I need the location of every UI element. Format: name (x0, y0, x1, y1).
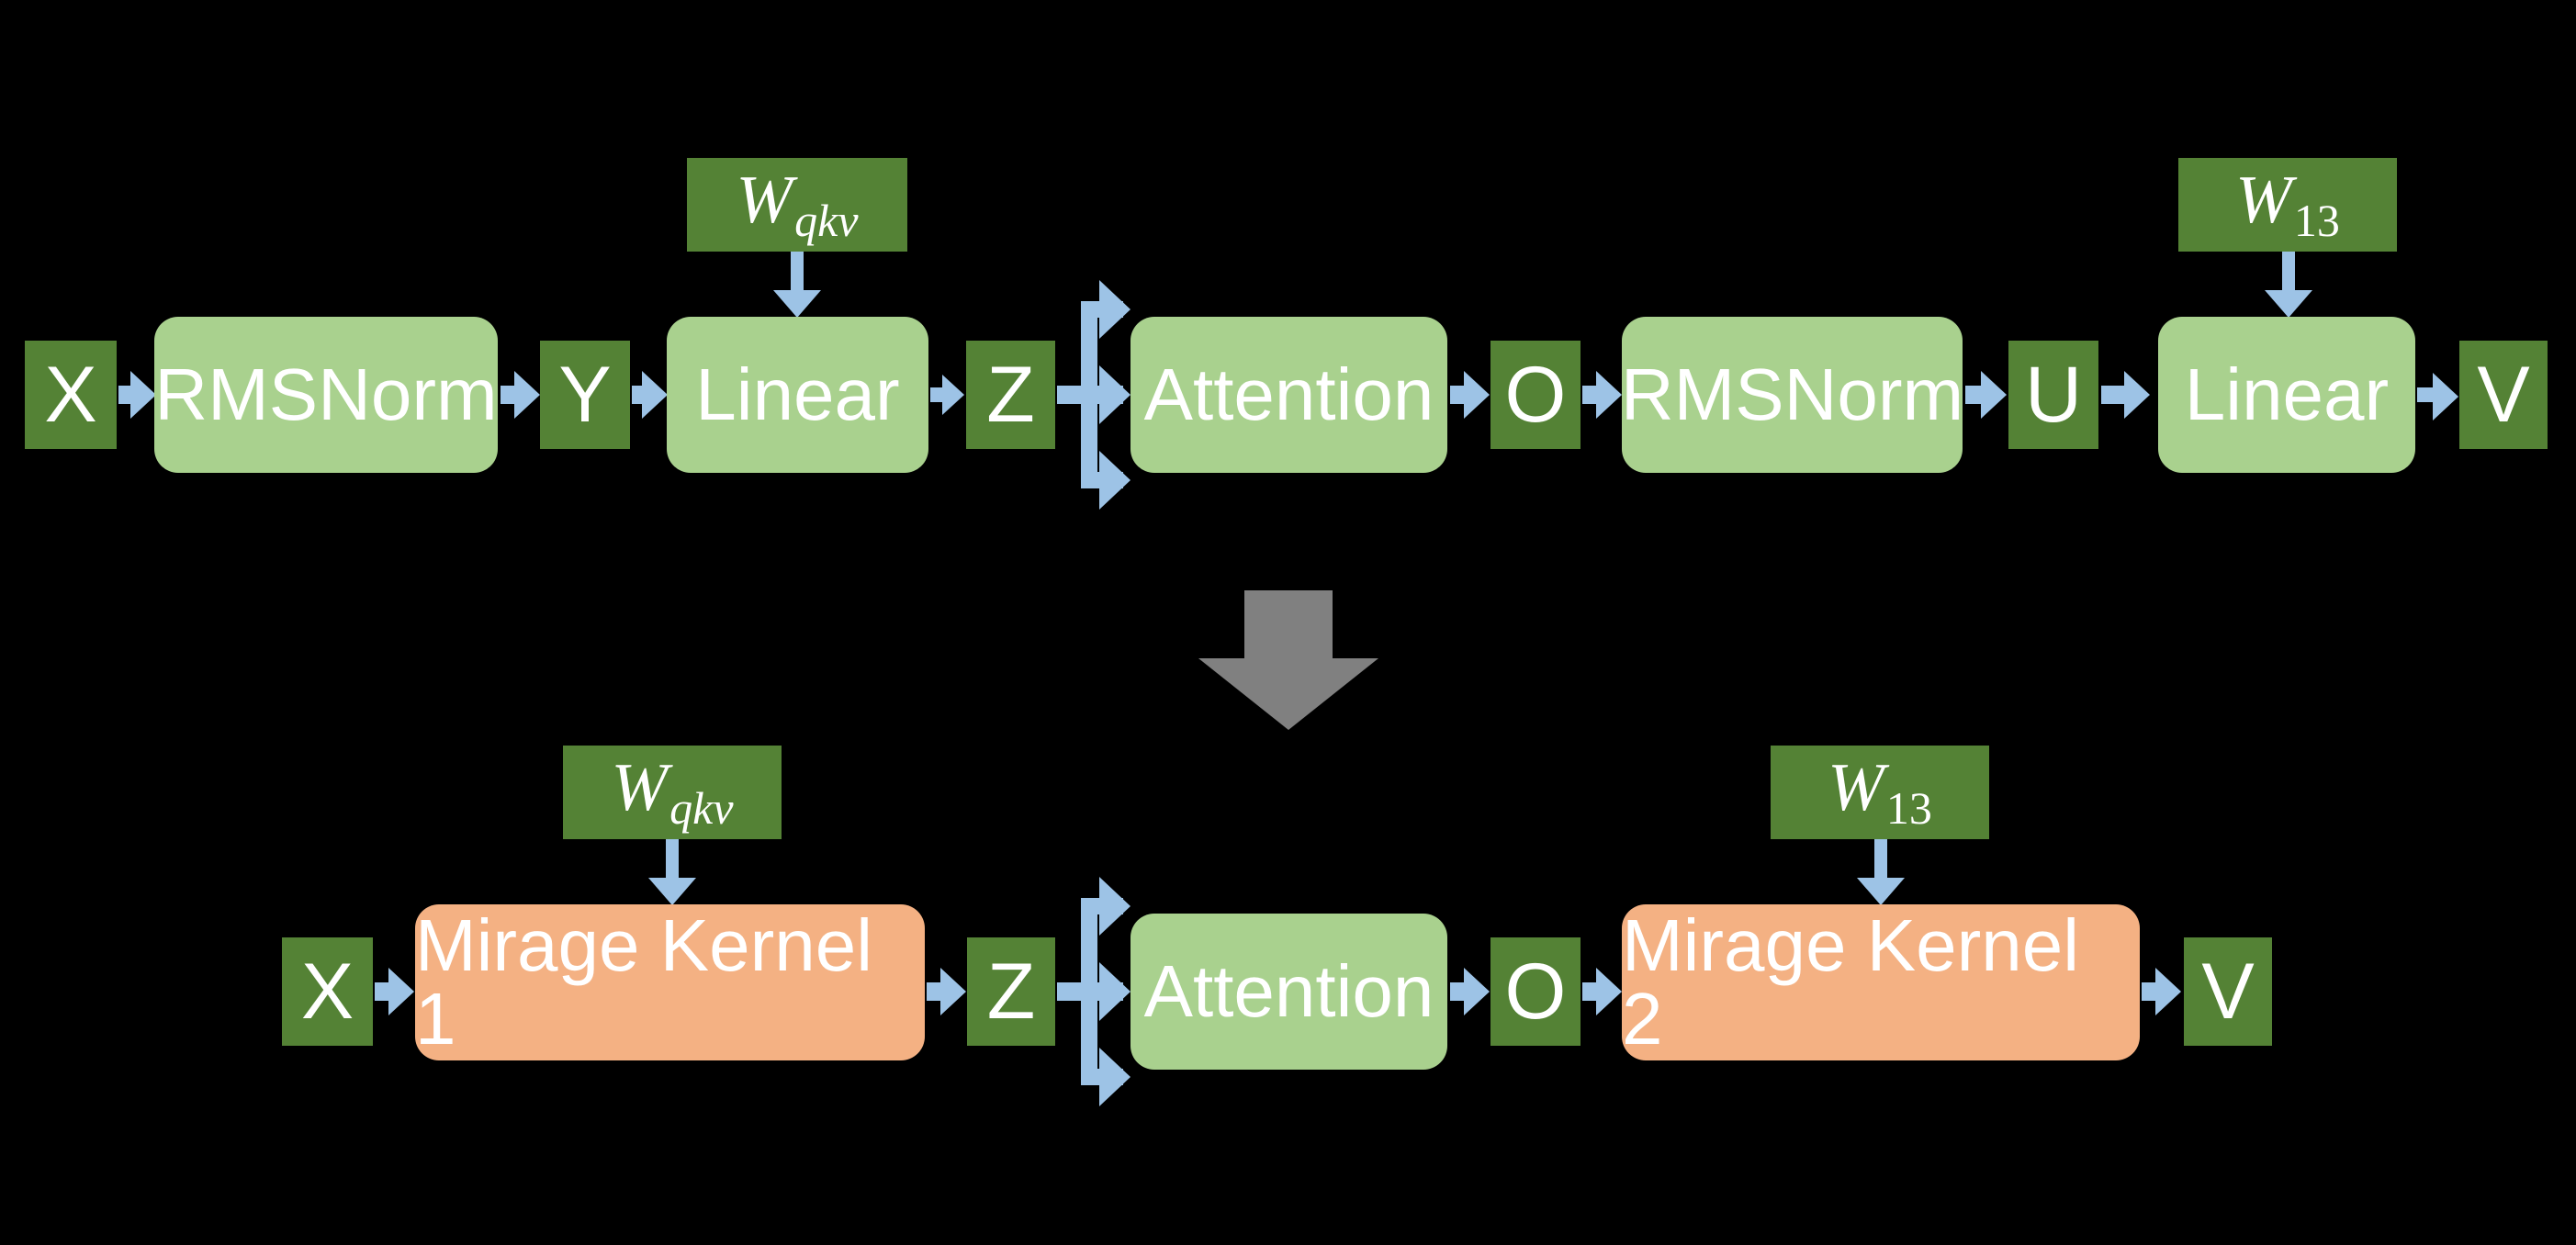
tensor-v-label: V (2477, 351, 2530, 439)
weight-w-qkv-bottom: Wqkv (563, 746, 782, 839)
tensor-y: Y (540, 341, 630, 449)
tensor-z-label: Z (986, 351, 1035, 439)
tensor-v: V (2459, 341, 2548, 449)
tensor-z-fused-label: Z (986, 948, 1036, 1036)
tensor-x-fused: X (282, 937, 373, 1046)
tensor-o-fused: O (1490, 937, 1580, 1046)
weight-w-qkv-bottom-label: Wqkv (611, 750, 734, 834)
weight-w-13-bottom: W13 (1771, 746, 1989, 839)
kernel-mirage-1: Mirage Kernel 1 (415, 904, 925, 1060)
weight-w-qkv-top: Wqkv (687, 158, 907, 252)
tensor-z: Z (966, 341, 1055, 449)
op-attention-2-label: Attention (1143, 950, 1434, 1032)
op-attention-2: Attention (1131, 914, 1447, 1070)
op-linear-2-label: Linear (2184, 353, 2390, 435)
tensor-z-fused: Z (967, 937, 1055, 1046)
op-attention-1: Attention (1131, 317, 1447, 473)
op-linear-1-label: Linear (695, 353, 900, 435)
tensor-y-label: Y (558, 351, 612, 439)
tensor-o: O (1490, 341, 1580, 449)
op-rmsnorm-2: RMSNorm (1620, 317, 1964, 473)
arrow-w-13-to-linear2 (2265, 252, 2312, 318)
op-rmsnorm-1: RMSNorm (154, 317, 498, 473)
arrow-w-13-to-kernel2 (1857, 839, 1905, 905)
tensor-o-fused-label: O (1504, 948, 1567, 1036)
tensor-x-fused-label: X (300, 948, 354, 1036)
weight-w-qkv-top-label: Wqkv (736, 163, 859, 246)
weight-w-13-top-label: W13 (2235, 163, 2340, 246)
diagram-canvas: X RMSNorm Y Wqkv Linear Z Attention O RM… (0, 0, 2576, 1245)
kernel-mirage-2-label: Mirage Kernel 2 (1622, 904, 2080, 1060)
op-linear-1: Linear (667, 317, 928, 473)
kernel-mirage-1-label: Mirage Kernel 1 (415, 904, 873, 1060)
kernel-mirage-2: Mirage Kernel 2 (1622, 904, 2140, 1060)
tensor-x: X (25, 341, 117, 449)
op-attention-1-label: Attention (1143, 353, 1434, 435)
tensor-x-label: X (44, 351, 97, 439)
tensor-u: U (2008, 341, 2098, 449)
op-rmsnorm-2-label: RMSNorm (1620, 353, 1964, 435)
arrow-w-qkv-to-linear1 (773, 252, 821, 318)
down-arrow-icon (1198, 590, 1378, 730)
op-linear-2: Linear (2158, 317, 2415, 473)
op-rmsnorm-1-label: RMSNorm (154, 353, 498, 435)
tensor-o-label: O (1504, 351, 1567, 439)
weight-w-13-top: W13 (2178, 158, 2397, 252)
tensor-u-label: U (2024, 351, 2083, 439)
tensor-v-fused-label: V (2201, 948, 2255, 1036)
arrow-w-qkv-to-kernel1 (648, 839, 696, 905)
weight-w-13-bottom-label: W13 (1828, 750, 1932, 834)
tensor-v-fused: V (2184, 937, 2272, 1046)
